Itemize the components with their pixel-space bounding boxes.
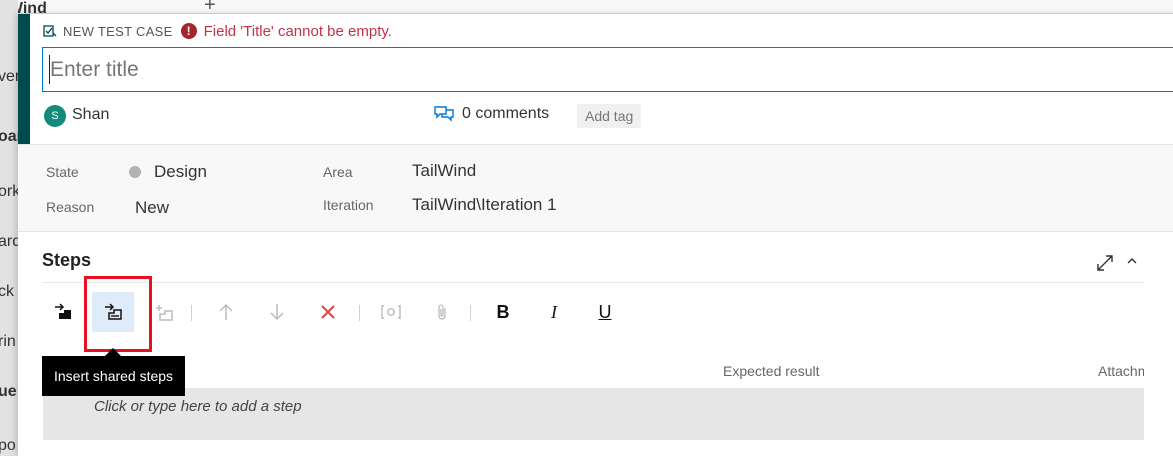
area-field[interactable]: TailWind [412,161,476,181]
background-sidebar: ver oar ork ard ck rin ue po [0,0,18,456]
toolbar-separator [191,305,192,321]
add-tag-button[interactable]: Add tag [577,104,642,128]
assigned-to[interactable]: Shan [72,106,109,124]
expected-result-header: Expected result [723,363,820,379]
sidebar-item-boards-sub[interactable]: ard [0,233,18,251]
italic-label: I [551,301,557,322]
toolbar-separator [470,305,471,321]
move-down-button[interactable] [256,292,298,332]
sidebar-item-repos[interactable]: po [0,437,16,455]
comments-count: 0 comments [462,105,550,122]
error-message: Field 'Title' cannot be empty. [203,22,392,40]
sidebar-item-overview[interactable]: ver [0,68,18,86]
attachment-button[interactable] [421,292,463,332]
steps-toolbar: B I U [42,292,642,332]
comments-icon [434,106,454,122]
area-label: Area [323,164,353,180]
work-item-dialog: NEW TEST CASE ! Field 'Title' cannot be … [18,14,1173,456]
test-case-icon [43,25,57,37]
sidebar-item-backlogs[interactable]: ck [0,283,14,301]
add-step-row[interactable]: Click or type here to add a step [43,388,1144,440]
move-up-button[interactable] [205,292,247,332]
parameter-icon [381,305,401,319]
fields-section: State Design Reason New Area TailWind It… [18,144,1173,232]
delete-icon [321,305,335,319]
sidebar-item-queries[interactable]: ue [0,383,17,401]
sidebar-item-work-items[interactable]: ork [0,183,18,201]
title-input[interactable] [42,47,1173,92]
expand-icon[interactable] [1096,254,1114,272]
insert-shared-steps-button[interactable] [92,292,134,332]
delete-step-button[interactable] [307,292,349,332]
steps-title: Steps [42,250,92,270]
steps-section: Steps B I U Expected result Attachm Clic… [18,232,1173,456]
work-item-type-label: NEW TEST CASE [63,23,173,39]
create-shared-steps-button[interactable] [143,292,185,332]
error-icon: ! [180,23,197,39]
state-label: State [46,164,79,180]
state-indicator [129,166,141,178]
steps-divider [42,282,1144,283]
paperclip-icon [438,304,446,320]
bold-label: B [496,301,510,322]
attachments-header: Attachments [1098,363,1144,379]
work-item-type-accent-bar [18,14,30,144]
tooltip: Insert shared steps [42,356,186,396]
meta-row: S Shan 0 comments Add tag [44,104,1173,128]
create-shared-steps-icon [156,305,173,321]
avatar[interactable]: S [44,105,66,127]
underline-button[interactable]: U [584,292,626,332]
sidebar-item-sprints[interactable]: rin [0,333,16,351]
state-dropdown[interactable]: Design [154,162,207,182]
iteration-label: Iteration [323,197,374,213]
reason-label: Reason [46,199,95,215]
text-cursor [49,55,50,84]
iteration-field[interactable]: TailWind\Iteration 1 [412,195,557,215]
work-item-type-row: NEW TEST CASE ! Field 'Title' cannot be … [43,22,392,40]
chevron-up-icon[interactable] [1125,254,1139,268]
insert-shared-steps-icon [105,303,122,320]
insert-parameter-button[interactable] [370,292,412,332]
italic-button[interactable]: I [533,292,575,332]
arrow-up-icon [219,303,233,320]
add-step-placeholder: Click or type here to add a step [94,398,302,415]
insert-step-button[interactable] [42,292,84,332]
insert-step-icon [55,303,71,319]
toolbar-separator [359,305,360,321]
sidebar-item-boards[interactable]: oar [0,128,18,146]
background-header: ilWind + [0,0,1173,17]
underline-label: U [598,301,612,322]
work-item-header: NEW TEST CASE ! Field 'Title' cannot be … [30,14,1173,144]
comments-link[interactable]: 0 comments [434,105,549,123]
bold-button[interactable]: B [482,292,524,332]
arrow-down-icon [270,304,284,321]
reason-dropdown[interactable]: New [135,198,169,218]
